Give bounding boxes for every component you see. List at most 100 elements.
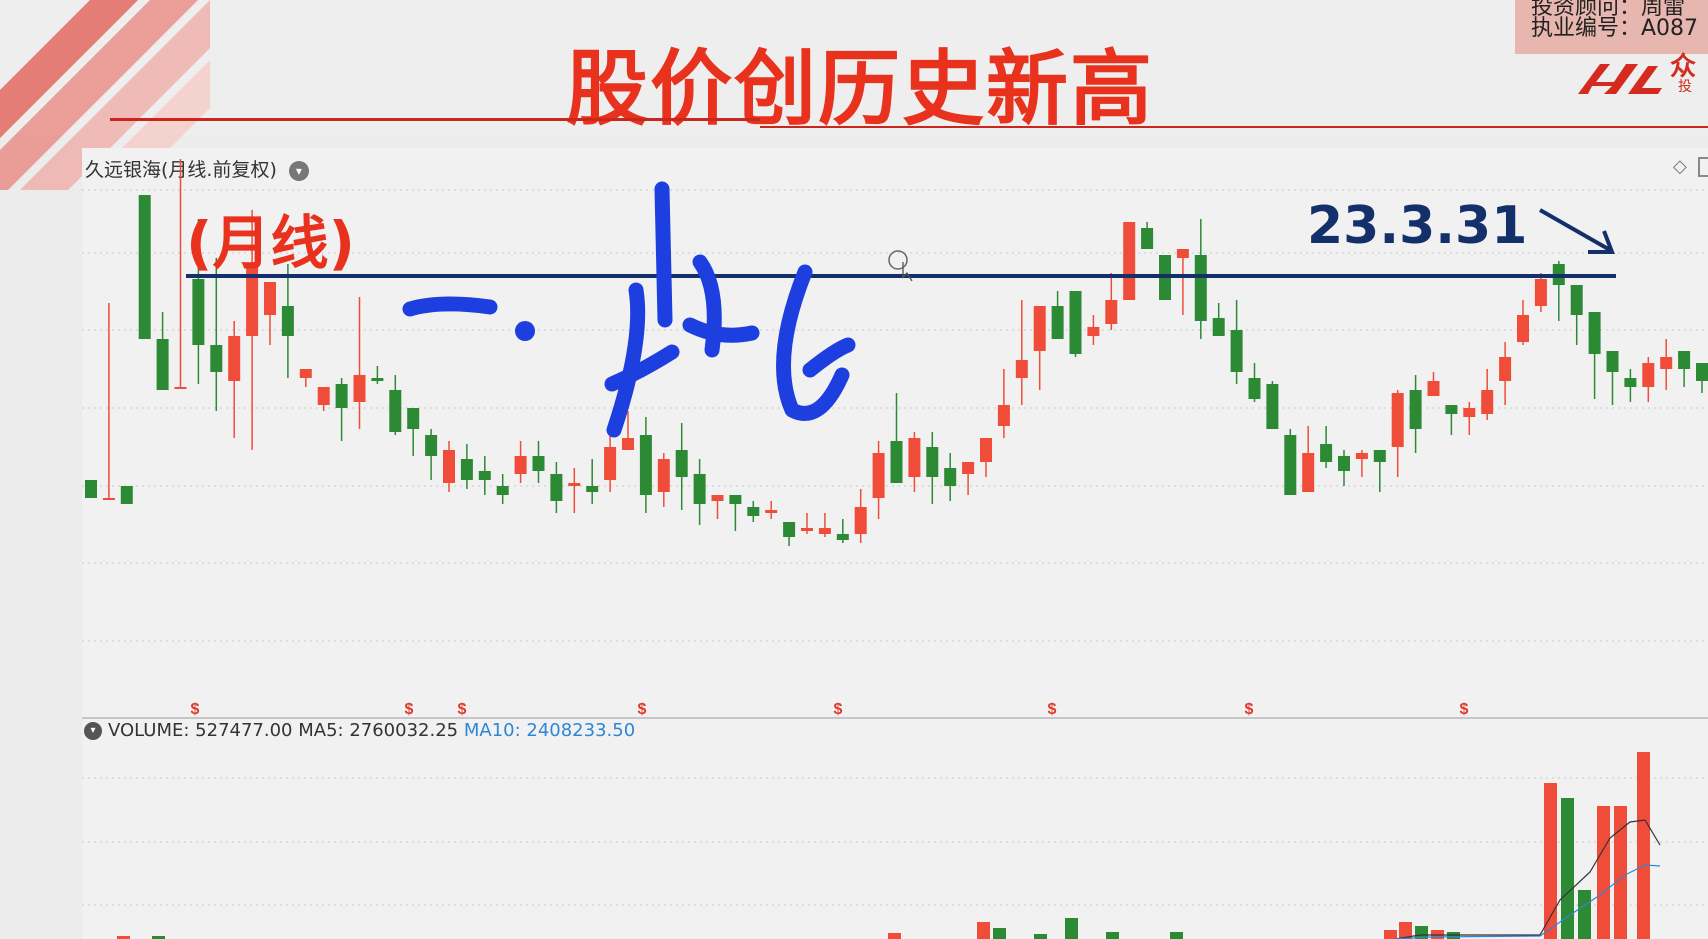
dividend-marker: $	[458, 701, 467, 718]
candle-body	[818, 528, 831, 534]
candle-body	[1678, 351, 1691, 369]
candle-body	[586, 486, 599, 492]
candle-body	[460, 459, 473, 480]
candle-body	[1445, 405, 1458, 414]
candle-body	[1517, 315, 1529, 342]
volume-bar	[1106, 932, 1119, 939]
candle-body	[317, 387, 330, 405]
annotation-date: 23.3.31	[1307, 196, 1528, 256]
candle-body	[729, 495, 742, 504]
candle-body	[496, 486, 509, 495]
candle-body	[1606, 351, 1619, 372]
candle-body	[1373, 450, 1386, 462]
candle-body	[1015, 360, 1028, 378]
volume-header: ▾ VOLUME: 527477.00 MA5: 2760032.25 MA10:…	[84, 720, 635, 741]
candle-body	[1051, 306, 1064, 339]
candle-body	[1105, 300, 1118, 324]
candle-body	[1320, 444, 1333, 462]
candle-body	[478, 471, 491, 480]
candle-body	[1069, 291, 1082, 354]
volume-bar	[1034, 934, 1047, 939]
volume-bar	[888, 933, 901, 939]
candle-body	[264, 282, 276, 315]
volume-bar	[1384, 930, 1397, 939]
handwriting-dot	[515, 321, 535, 341]
candle-body	[281, 306, 294, 336]
annotation-period: (月线)	[186, 209, 356, 277]
cursor-icon	[888, 250, 908, 270]
candle-body	[657, 459, 670, 492]
candle-body	[711, 495, 724, 501]
dividend-marker: $	[1245, 701, 1254, 718]
candle-body	[550, 474, 563, 501]
candle-body	[389, 390, 402, 432]
handwriting-stroke	[776, 264, 856, 421]
candle-body	[1123, 222, 1136, 300]
candle-body	[1355, 453, 1368, 459]
candle-body	[783, 522, 796, 537]
candle-body	[514, 456, 527, 474]
volume-bar	[1065, 918, 1078, 939]
candle-body	[854, 507, 867, 534]
volume-label: VOLUME: 527477.00	[108, 720, 293, 741]
candle-body	[1391, 393, 1404, 447]
dividend-marker: $	[191, 701, 200, 718]
candle-body	[210, 345, 223, 372]
candle-body	[1194, 255, 1207, 321]
candle-body	[1588, 312, 1601, 354]
candlestick-chart: $ $ $ $ $ $ $ $	[82, 159, 1708, 939]
ma5-label: MA5: 2760032.25	[298, 720, 459, 741]
candle-body	[1427, 381, 1440, 396]
candle-body	[138, 195, 151, 339]
candle-body	[1660, 357, 1673, 369]
volume-bar	[993, 928, 1006, 939]
volume-bar	[1637, 752, 1650, 939]
candle-body	[1087, 327, 1100, 336]
dividend-marker: $	[405, 701, 414, 718]
candle-body	[299, 369, 312, 378]
candle-body	[1642, 363, 1655, 387]
candle-body	[1534, 279, 1547, 306]
candle-body	[801, 528, 813, 531]
candle-body	[1212, 318, 1225, 336]
candle-body	[568, 483, 581, 486]
candle-body	[926, 447, 939, 477]
volume-toggle-icon[interactable]: ▾	[84, 722, 102, 740]
candle-body	[120, 486, 133, 504]
candle-body	[1284, 435, 1297, 495]
candle-body	[1266, 384, 1279, 429]
candle-body	[1499, 357, 1512, 381]
candle-body	[604, 447, 617, 480]
candle-body	[1409, 390, 1422, 429]
ma10-label: MA10: 2408233.50	[463, 720, 636, 741]
candle-body	[1570, 285, 1583, 315]
candle-body	[1248, 378, 1261, 399]
candle-body	[353, 375, 366, 402]
candle-body	[335, 384, 348, 408]
candle-body	[1302, 453, 1315, 492]
candle-body	[425, 435, 438, 456]
candle-body	[85, 480, 97, 498]
candle-body	[532, 456, 545, 471]
cursor-pointer-icon	[902, 262, 913, 282]
candle-body	[872, 453, 885, 498]
volume-bar	[1597, 806, 1610, 939]
candle-body	[1033, 306, 1046, 351]
candle-body	[639, 435, 652, 495]
volume-bar	[1561, 798, 1574, 939]
candle-body	[1141, 228, 1154, 249]
candle-body	[192, 279, 205, 345]
candle-body	[747, 507, 760, 516]
candle-body	[1176, 249, 1189, 258]
candle-body	[836, 534, 849, 540]
candle-body	[962, 462, 975, 474]
candle-body	[908, 438, 921, 477]
dividend-marker: $	[1048, 701, 1057, 718]
candle-body	[622, 438, 634, 450]
candle-body	[944, 468, 957, 486]
candle-body	[1696, 363, 1708, 381]
candle-body	[1624, 378, 1637, 387]
candle-body	[765, 510, 778, 513]
dividend-marker: $	[638, 701, 647, 718]
candle-body	[890, 441, 903, 483]
